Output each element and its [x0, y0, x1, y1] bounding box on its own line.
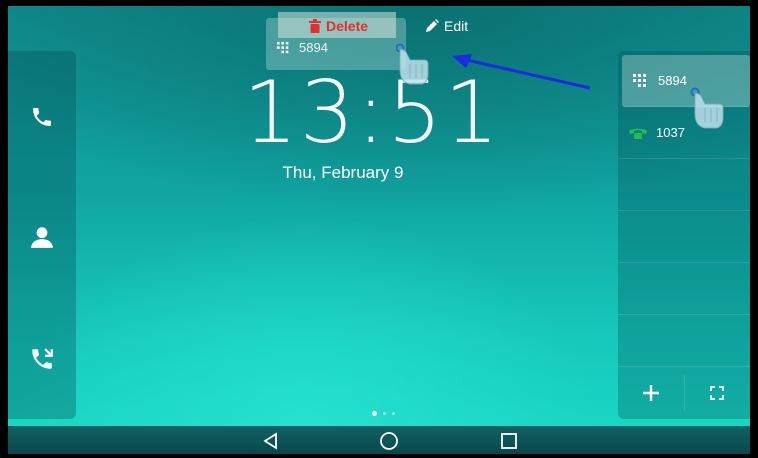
- home-button[interactable]: [378, 430, 400, 452]
- page-dot: [372, 411, 377, 416]
- navigation-bar: [8, 426, 750, 454]
- panel-bottom-bar: [618, 367, 750, 419]
- left-dock: [8, 51, 76, 419]
- dsskey-label: 5894: [658, 73, 687, 88]
- dsskey-empty[interactable]: [618, 159, 750, 211]
- dock-call-button[interactable]: [26, 101, 58, 133]
- dialpad-icon: [633, 73, 646, 87]
- fullscreen-button[interactable]: [685, 367, 751, 419]
- home-wallpaper: 13:51 Thu, February 9 5894 1037 Delete 5…: [8, 6, 750, 426]
- add-button[interactable]: [618, 367, 684, 419]
- right-dsskey-panel: 5894 1037: [618, 51, 750, 419]
- recent-apps-button[interactable]: [498, 430, 520, 452]
- dock-history-button[interactable]: [26, 343, 58, 375]
- dsskey-empty[interactable]: [618, 211, 750, 263]
- pencil-icon: [426, 19, 439, 32]
- recent-apps-icon: [501, 433, 517, 449]
- dsskey-label: 1037: [656, 125, 685, 140]
- contact-icon: [31, 227, 53, 248]
- edit-label: Edit: [444, 18, 469, 34]
- fullscreen-icon: [710, 386, 725, 400]
- screen: 13:51 Thu, February 9 5894 1037 Delete 5…: [0, 0, 758, 458]
- edit-target[interactable]: Edit: [425, 18, 468, 34]
- page-dot: [383, 412, 386, 415]
- trash-icon: [309, 19, 321, 33]
- phone-icon: [33, 108, 51, 126]
- home-icon: [380, 432, 398, 450]
- add-icon: [642, 385, 659, 401]
- call-history-icon: [32, 348, 53, 369]
- delete-target[interactable]: Delete: [309, 18, 368, 34]
- tap-hand-icon: [396, 43, 429, 85]
- dsskey-5894[interactable]: 5894: [622, 55, 750, 107]
- dsskey-1037[interactable]: 1037: [618, 107, 750, 159]
- back-icon: [263, 432, 277, 450]
- dsskey-empty[interactable]: [618, 315, 750, 367]
- back-button[interactable]: [260, 430, 282, 452]
- dock-contacts-button[interactable]: [26, 221, 58, 253]
- dragged-item: 5894: [276, 40, 328, 55]
- page-indicator: [372, 411, 395, 416]
- dragged-number: 5894: [299, 40, 328, 55]
- page-dot: [392, 412, 395, 415]
- arrow-annotation-icon: [452, 54, 591, 90]
- dsskey-empty[interactable]: [618, 263, 750, 315]
- tap-hand-icon: [690, 87, 724, 129]
- clock-date: Thu, February 9: [282, 163, 404, 182]
- dialpad-icon: [277, 41, 289, 53]
- green-phone-icon: [629, 128, 647, 139]
- delete-label: Delete: [326, 18, 369, 34]
